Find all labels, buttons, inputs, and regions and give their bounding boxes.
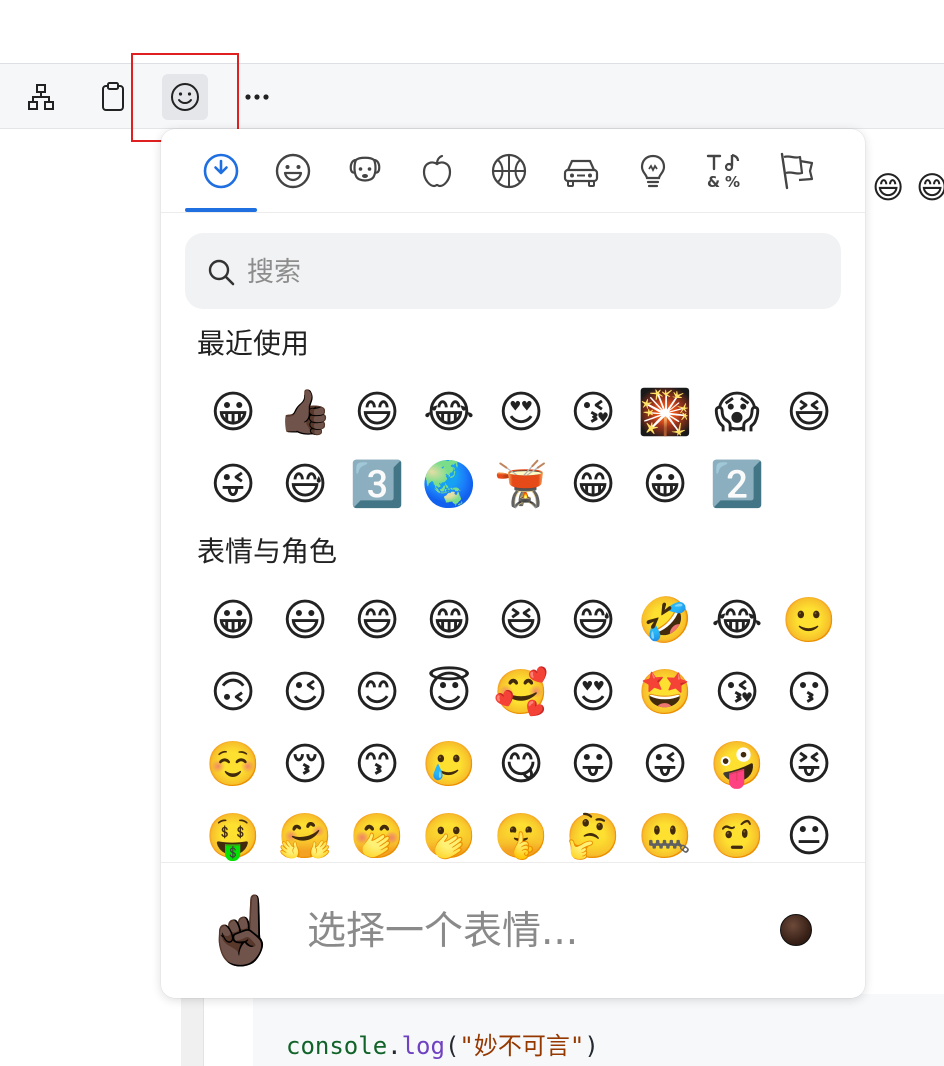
search-box bbox=[185, 233, 841, 309]
section-title-smileys: 表情与角色 bbox=[197, 535, 338, 568]
emoji-cell[interactable]: 😄 bbox=[341, 585, 413, 657]
food-icon bbox=[422, 154, 452, 188]
more-button[interactable] bbox=[234, 74, 280, 120]
search-input[interactable] bbox=[245, 251, 809, 293]
clipboard-icon bbox=[102, 82, 124, 111]
category-tabs: & % bbox=[161, 129, 865, 213]
emoji-cell[interactable]: 😂 bbox=[701, 585, 773, 657]
emoji-cell[interactable]: 😋 bbox=[485, 729, 557, 801]
emoji-cell[interactable]: 😜 bbox=[197, 449, 269, 521]
emoji-cell[interactable]: 😍 bbox=[485, 377, 557, 449]
tab-activities[interactable] bbox=[485, 147, 533, 195]
background-emoji: 😄 bbox=[916, 170, 944, 206]
emoji-button[interactable] bbox=[162, 74, 208, 120]
emoji-cell[interactable]: 2️⃣ bbox=[701, 449, 773, 521]
editor-toolbar bbox=[0, 63, 944, 129]
emoji-cell[interactable]: 🤩 bbox=[629, 657, 701, 729]
clipboard-button[interactable] bbox=[90, 74, 136, 120]
sitemap-button[interactable] bbox=[18, 74, 64, 120]
code-string: "妙不可言" bbox=[459, 1032, 585, 1060]
emoji-cell[interactable]: 😘 bbox=[701, 657, 773, 729]
tab-travel[interactable] bbox=[557, 147, 605, 195]
svg-text:&: & bbox=[707, 173, 720, 191]
preview-text: 选择一个表情... bbox=[307, 909, 579, 954]
tab-objects[interactable] bbox=[629, 147, 677, 195]
emoji-cell[interactable]: 👍🏿 bbox=[269, 377, 341, 449]
activities-icon bbox=[491, 153, 527, 189]
emoji-cell[interactable]: 😍 bbox=[557, 657, 629, 729]
svg-text:%: % bbox=[725, 173, 740, 191]
emoji-cell[interactable]: 🥰 bbox=[485, 657, 557, 729]
emoji-cell[interactable]: 🎇 bbox=[629, 377, 701, 449]
flags-icon bbox=[780, 152, 814, 190]
background-emoji: 😄 bbox=[872, 170, 905, 206]
travel-icon bbox=[563, 159, 599, 187]
preview-emoji: ☝🏿 bbox=[201, 892, 284, 969]
tab-food[interactable] bbox=[413, 147, 461, 195]
emoji-cell[interactable]: 😜 bbox=[629, 729, 701, 801]
emoji-cell[interactable]: 😀 bbox=[197, 377, 269, 449]
recent-icon bbox=[203, 153, 239, 189]
emoji-cell[interactable]: 😆 bbox=[773, 377, 845, 449]
code-paren-close: ) bbox=[584, 1032, 599, 1060]
emoji-cell[interactable]: 🌏 bbox=[413, 449, 485, 521]
emoji-cell[interactable]: 😚 bbox=[269, 729, 341, 801]
emoji-cell[interactable]: 😃 bbox=[269, 585, 341, 657]
emoji-picker: & % 最近使用 😀👍🏿😄😂😍😘🎇😱😆😜😅3️⃣🌏🫕😁😀2️⃣ 表情与角色 😀😃… bbox=[161, 129, 865, 998]
code-paren-open: ( bbox=[444, 1032, 460, 1060]
emoji-cell[interactable]: 😇 bbox=[413, 657, 485, 729]
animals-icon bbox=[349, 156, 381, 182]
tab-recent[interactable] bbox=[197, 147, 245, 195]
emoji-cell[interactable]: 🙃 bbox=[197, 657, 269, 729]
symbols-icon: & % bbox=[706, 153, 740, 191]
code-block: console.log("妙不可言") bbox=[253, 994, 944, 1066]
tab-symbols[interactable]: & % bbox=[701, 147, 749, 195]
emoji-cell[interactable]: 🥲 bbox=[413, 729, 485, 801]
sitemap-icon bbox=[28, 84, 54, 110]
emoji-cell[interactable]: 😘 bbox=[557, 377, 629, 449]
code-object: console bbox=[286, 1032, 388, 1060]
emoji-cell[interactable]: 😊 bbox=[341, 657, 413, 729]
code-dot: . bbox=[387, 1032, 402, 1060]
tab-flags[interactable] bbox=[773, 147, 821, 195]
emoji-cell[interactable]: ☺️ bbox=[197, 729, 269, 801]
emoji-cell[interactable]: 😀 bbox=[629, 449, 701, 521]
more-icon bbox=[245, 94, 269, 100]
emoji-cell[interactable]: 😱 bbox=[701, 377, 773, 449]
emoji-cell[interactable]: 😝 bbox=[773, 729, 845, 801]
emoji-cell[interactable]: 🤪 bbox=[701, 729, 773, 801]
emoji-cell[interactable]: 😙 bbox=[341, 729, 413, 801]
emoji-cell[interactable]: 😅 bbox=[557, 585, 629, 657]
emoji-cell[interactable]: 😁 bbox=[557, 449, 629, 521]
emoji-cell[interactable]: 😆 bbox=[485, 585, 557, 657]
tab-animals[interactable] bbox=[341, 147, 389, 195]
objects-icon bbox=[640, 154, 666, 188]
code-gutter bbox=[181, 998, 204, 1066]
code-method: log bbox=[401, 1032, 445, 1060]
emoji-cell[interactable]: 🫕 bbox=[485, 449, 557, 521]
emoji-cell[interactable]: 🤣 bbox=[629, 585, 701, 657]
code-line: console.log("妙不可言") bbox=[286, 1031, 599, 1061]
emoji-cell[interactable]: 3️⃣ bbox=[341, 449, 413, 521]
emoji-cell[interactable]: 😗 bbox=[773, 657, 845, 729]
emoji-cell[interactable]: 😅 bbox=[269, 449, 341, 521]
tab-smileys[interactable] bbox=[269, 147, 317, 195]
emoji-cell[interactable]: 🙂 bbox=[773, 585, 845, 657]
selected-tab-indicator bbox=[185, 208, 257, 212]
emoji-cell[interactable]: 😁 bbox=[413, 585, 485, 657]
emoji-cell[interactable]: 😉 bbox=[269, 657, 341, 729]
recent-emoji-grid: 😀 👍🏿 😄 😂 😍 😘 🎇 😱 😆 😜 😅 3️⃣ 🌏 🫕 😁 😀 2️⃣ bbox=[197, 377, 845, 521]
skin-tone-button[interactable] bbox=[780, 914, 812, 946]
smileys-icon bbox=[275, 153, 311, 189]
emoji-cell[interactable]: 😄 bbox=[341, 377, 413, 449]
emoji-cell[interactable]: 😂 bbox=[413, 377, 485, 449]
smiley-icon bbox=[171, 83, 199, 111]
picker-footer: ☝🏿 选择一个表情... bbox=[161, 862, 865, 998]
search-icon bbox=[208, 259, 235, 286]
emoji-cell[interactable]: 😀 bbox=[197, 585, 269, 657]
section-title-recent: 最近使用 bbox=[197, 327, 310, 360]
emoji-cell[interactable]: 😛 bbox=[557, 729, 629, 801]
